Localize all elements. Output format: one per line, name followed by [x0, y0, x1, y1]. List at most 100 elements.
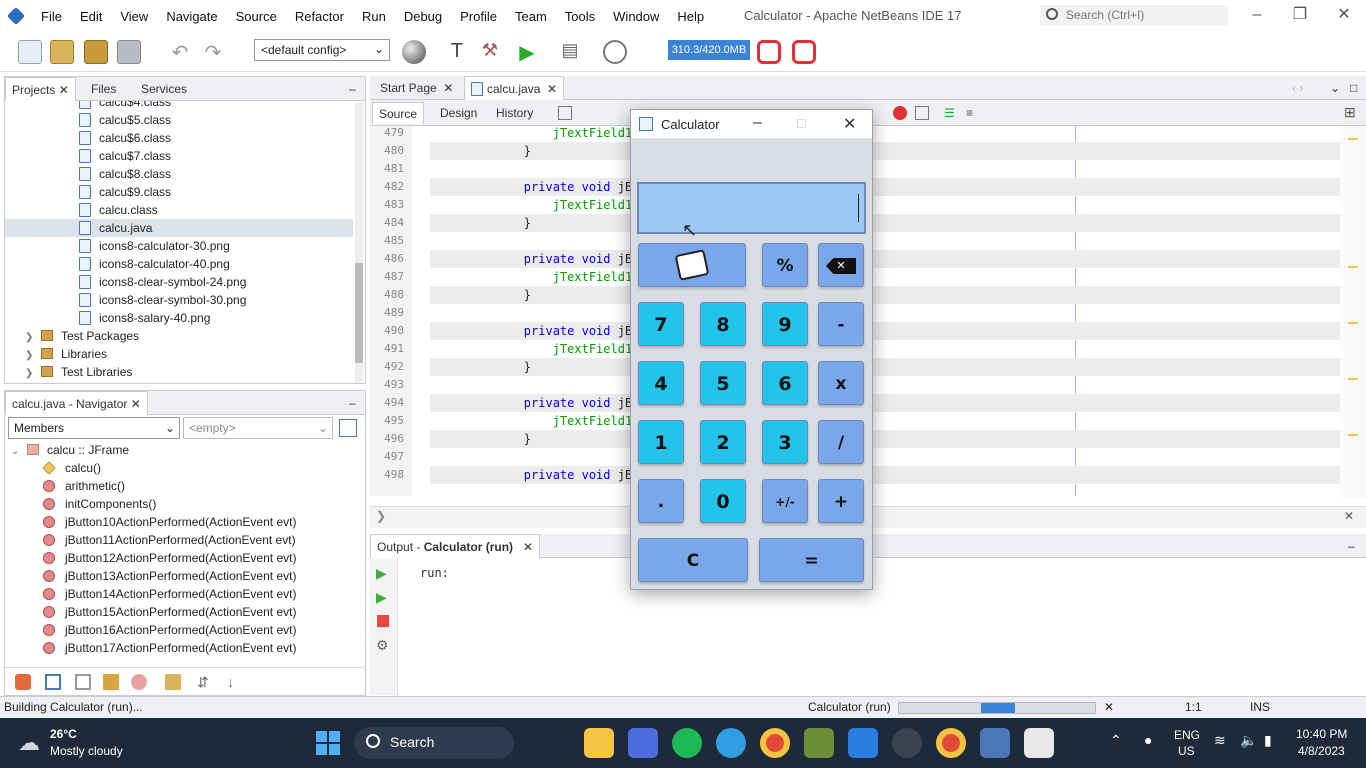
- file-item[interactable]: calcu$5.class: [79, 111, 171, 129]
- member-item[interactable]: jButton10ActionPerformed(ActionEvent evt…: [43, 513, 296, 531]
- minimize-panel-icon[interactable]: –: [343, 77, 362, 101]
- member-item[interactable]: jButton17ActionPerformed(ActionEvent evt…: [43, 639, 296, 657]
- minimize-button[interactable]: –: [1245, 4, 1269, 28]
- microphone-icon[interactable]: ●: [1144, 732, 1152, 748]
- clear-button[interactable]: C: [638, 538, 748, 582]
- chevron-down-icon[interactable]: ⌄: [11, 443, 21, 461]
- back-icon[interactable]: [558, 106, 572, 120]
- rerun-icon[interactable]: ▶: [376, 565, 387, 582]
- tab-files[interactable]: Files: [85, 77, 122, 101]
- github-icon[interactable]: [892, 728, 922, 758]
- clock-date[interactable]: 4/8/2023: [1298, 744, 1345, 758]
- config-select[interactable]: <default config> ⌄: [254, 39, 390, 61]
- menu-edit[interactable]: Edit: [80, 9, 102, 24]
- profile-ide-icon[interactable]: [792, 40, 816, 64]
- tab-services[interactable]: Services: [135, 77, 193, 101]
- save-all-icon[interactable]: [117, 40, 141, 64]
- chevron-down-icon[interactable]: ⌄: [1324, 76, 1346, 100]
- calculator-display[interactable]: [637, 182, 866, 234]
- spotify-icon[interactable]: [672, 728, 702, 758]
- rerun-different-icon[interactable]: ▶: [376, 589, 387, 606]
- stop-macro-icon[interactable]: [915, 106, 929, 120]
- file-item[interactable]: calcu$4.class: [79, 101, 171, 111]
- eight-button[interactable]: 8: [700, 302, 746, 346]
- folder-item[interactable]: ❯ Libraries: [25, 345, 107, 363]
- vscode-icon[interactable]: [848, 728, 878, 758]
- run-icon[interactable]: ▶: [515, 40, 539, 64]
- one-button[interactable]: 1: [638, 420, 684, 464]
- members-filter-select[interactable]: Members ⌄: [8, 417, 180, 439]
- file-item[interactable]: icons8-salary-40.png: [79, 309, 210, 327]
- close-icon[interactable]: ✕: [547, 82, 557, 96]
- stop-icon[interactable]: [377, 615, 389, 627]
- backspace-button[interactable]: ✕: [818, 243, 864, 287]
- settings-icon[interactable]: ⚙: [376, 637, 389, 654]
- tab-start-page[interactable]: Start Page ✕: [374, 76, 459, 100]
- close-icon[interactable]: ✕: [1344, 509, 1354, 523]
- menu-tools[interactable]: Tools: [565, 9, 595, 24]
- comment-icon[interactable]: ☰: [944, 106, 958, 120]
- plusminus-button[interactable]: +/-: [762, 479, 808, 523]
- class-node[interactable]: ⌄ calcu :: JFrame: [11, 441, 129, 459]
- scrollbar[interactable]: [355, 103, 363, 383]
- store-icon[interactable]: [628, 728, 658, 758]
- six-button[interactable]: 6: [762, 361, 808, 405]
- file-item[interactable]: icons8-calculator-40.png: [79, 255, 230, 273]
- member-item[interactable]: jButton14ActionPerformed(ActionEvent evt…: [43, 585, 296, 603]
- menu-window[interactable]: Window: [613, 9, 659, 24]
- weather-text[interactable]: Mostly cloudy: [50, 744, 123, 758]
- chrome-icon[interactable]: [760, 728, 790, 758]
- uncomment-icon[interactable]: ≡: [966, 106, 980, 120]
- menu-file[interactable]: File: [41, 9, 62, 24]
- record-macro-icon[interactable]: [893, 106, 907, 120]
- cancel-task-icon[interactable]: ✕: [1104, 697, 1114, 718]
- dot-button[interactable]: .: [638, 479, 684, 523]
- equals-button[interactable]: =: [759, 538, 864, 582]
- close-icon[interactable]: ✕: [131, 397, 141, 411]
- static-icon[interactable]: [75, 674, 91, 690]
- close-icon[interactable]: ✕: [59, 83, 69, 97]
- close-button[interactable]: ✕: [843, 114, 856, 134]
- five-button[interactable]: 5: [700, 361, 746, 405]
- app-icon[interactable]: [804, 728, 834, 758]
- tab-source[interactable]: Source: [372, 102, 425, 124]
- file-item[interactable]: icons8-clear-symbol-24.png: [79, 273, 246, 291]
- volume-icon[interactable]: 🔈: [1240, 732, 1257, 749]
- lock-icon[interactable]: [103, 674, 119, 690]
- file-item[interactable]: calcu$9.class: [79, 183, 171, 201]
- file-item[interactable]: icons8-calculator-30.png: [79, 237, 230, 255]
- minus-button[interactable]: -: [818, 302, 864, 346]
- menu-team[interactable]: Team: [515, 9, 547, 24]
- menu-profile[interactable]: Profile: [460, 9, 497, 24]
- edge-icon[interactable]: [716, 728, 746, 758]
- sort-options-icon[interactable]: [339, 419, 357, 437]
- minimize-panel-icon[interactable]: –: [1342, 534, 1361, 558]
- member-item[interactable]: jButton12ActionPerformed(ActionEvent evt…: [43, 549, 296, 567]
- menu-help[interactable]: Help: [677, 9, 704, 24]
- clean-build-icon[interactable]: ⚒: [478, 40, 502, 64]
- file-explorer-icon[interactable]: [584, 728, 614, 758]
- menu-run[interactable]: Run: [362, 9, 386, 24]
- tab-design[interactable]: Design: [434, 102, 483, 124]
- language[interactable]: ENG: [1174, 728, 1200, 742]
- member-item[interactable]: jButton16ActionPerformed(ActionEvent evt…: [43, 621, 296, 639]
- two-button[interactable]: 2: [700, 420, 746, 464]
- undo-icon[interactable]: ↶: [168, 40, 192, 64]
- globe-icon[interactable]: [402, 40, 426, 64]
- wifi-icon[interactable]: ≋: [1214, 732, 1226, 749]
- zero-button[interactable]: 0: [700, 479, 746, 523]
- maximize-button[interactable]: □: [797, 115, 805, 131]
- sort-source-icon[interactable]: ↓: [227, 674, 243, 690]
- build-hammer-icon[interactable]: T: [445, 40, 469, 64]
- new-file-icon[interactable]: [18, 40, 42, 64]
- folder-item[interactable]: ❯ Test Libraries: [25, 363, 132, 381]
- seven-button[interactable]: 7: [638, 302, 684, 346]
- open-project-icon[interactable]: [84, 40, 108, 64]
- redo-icon[interactable]: ↷: [201, 40, 225, 64]
- menu-refactor[interactable]: Refactor: [295, 9, 344, 24]
- menu-debug[interactable]: Debug: [404, 9, 442, 24]
- file-item[interactable]: calcu.class: [79, 201, 158, 219]
- gc-icon[interactable]: [757, 40, 781, 64]
- empty-select[interactable]: <empty> ⌄: [183, 417, 333, 439]
- chevron-right-icon[interactable]: ❯: [25, 365, 35, 383]
